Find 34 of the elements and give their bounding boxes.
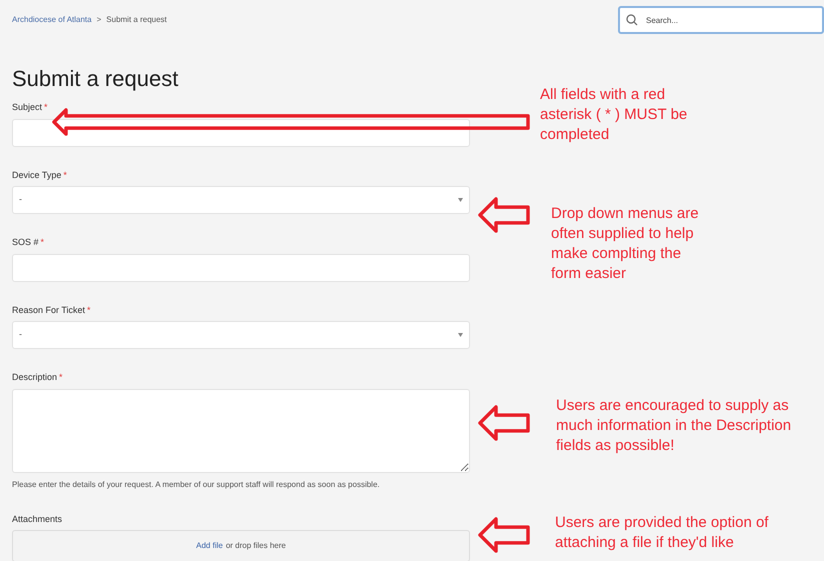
dropdown-field[interactable]: - xyxy=(12,321,470,349)
annotation-text: Users are provided the option of attaching a file if they'd like xyxy=(555,513,770,553)
required-asterisk: * xyxy=(59,371,63,384)
breadcrumb-link[interactable]: Archdiocese of Atlanta xyxy=(12,14,92,26)
field-label: Reason For Ticket xyxy=(12,304,86,316)
field-label: SOS # xyxy=(12,236,39,249)
caret-icon xyxy=(458,198,463,202)
description-field[interactable] xyxy=(12,388,470,472)
file-drop-zone[interactable]: Add file or drop files here xyxy=(12,530,470,561)
add-file-link[interactable]: Add file xyxy=(196,540,223,552)
search-field[interactable]: Search... xyxy=(618,6,824,34)
arrow-icon xyxy=(478,197,530,233)
annotation-text: All fields with a red asterisk ( * ) MUST be completed xyxy=(540,85,688,145)
breadcrumb-separator: > xyxy=(96,14,102,26)
dropdown-field[interactable]: - xyxy=(12,186,470,214)
annotation-text: Drop down menus are often supplied to help make complting the form easier xyxy=(551,204,699,284)
field-label: Subject xyxy=(12,101,42,114)
field-label: Description xyxy=(12,371,58,384)
caret-icon xyxy=(458,333,463,337)
arrow-icon xyxy=(478,517,530,553)
drop-hint: or drop files here xyxy=(226,540,286,552)
field-label: Attachments xyxy=(12,512,62,526)
text-field[interactable] xyxy=(12,254,470,282)
annotation-text: Users are encouraged to supply as much information in the Description fields as possible! xyxy=(556,396,792,456)
breadcrumb-current: Submit a request xyxy=(106,14,167,26)
required-asterisk: * xyxy=(63,168,67,182)
hint-text: Please enter the details of your request. A member of our support staff will respond as soon as possible. xyxy=(12,478,381,490)
search-icon xyxy=(626,14,638,26)
required-asterisk: * xyxy=(87,304,91,316)
required-asterisk: * xyxy=(44,101,48,114)
field-label: Device Type xyxy=(12,168,62,182)
page-title: Submit a request xyxy=(12,65,180,93)
required-asterisk: * xyxy=(40,236,44,249)
arrow-icon xyxy=(478,405,530,441)
